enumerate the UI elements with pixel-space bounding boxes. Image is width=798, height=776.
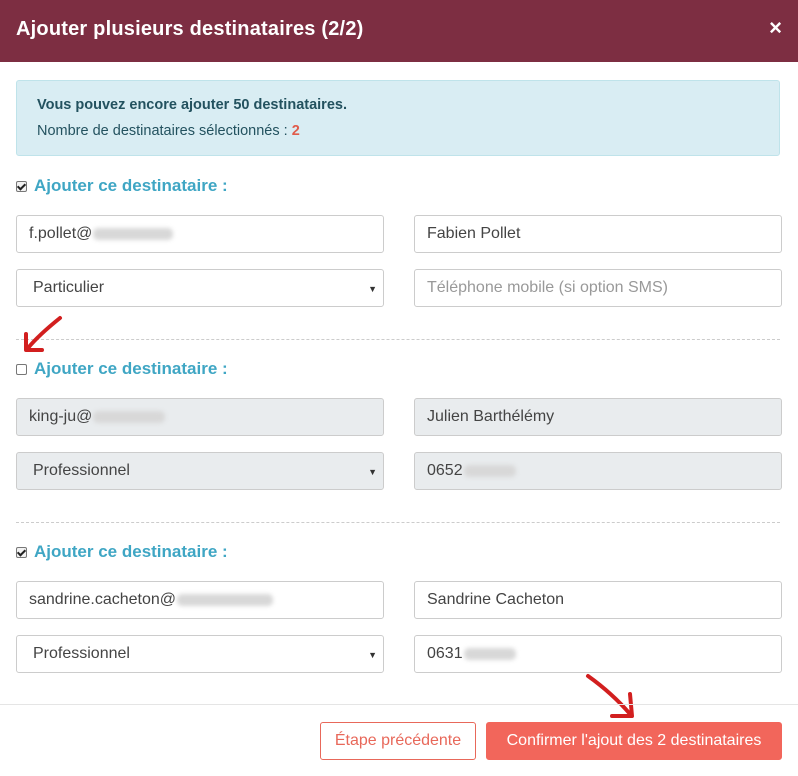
recipient-1-email-value: f.pollet@ — [29, 225, 93, 242]
recipient-2-name-value: Julien Barthélémy — [427, 408, 555, 425]
info-alert: Vous pouvez encore ajouter 50 destinatai… — [16, 80, 780, 156]
caret-down-icon: ▼ — [368, 284, 377, 294]
recipient-3-type-select[interactable]: Professionnel ▼ — [16, 635, 384, 673]
recipient-3-email-value: sandrine.cacheton@ — [29, 591, 176, 608]
remaining-recipients-text: Vous pouvez encore ajouter 50 destinatai… — [37, 97, 347, 113]
redacted-blur — [93, 228, 174, 240]
redacted-blur — [93, 411, 166, 423]
recipient-1-checkbox[interactable] — [16, 180, 27, 192]
recipient-3-name-value: Sandrine Cacheton — [427, 591, 564, 608]
recipient-2-email-value: king-ju@ — [29, 408, 93, 425]
recipient-2-phone-value: 0652 — [427, 462, 463, 479]
recipient-1-heading: Ajouter ce destinataire : — [16, 176, 228, 196]
recipient-1-email-field[interactable]: f.pollet@ — [16, 215, 384, 253]
recipient-1-name-field[interactable]: Fabien Pollet — [414, 215, 782, 253]
previous-step-button[interactable]: Étape précédente — [320, 722, 476, 760]
annotation-arrow-icon — [24, 316, 62, 352]
redacted-blur — [177, 594, 273, 606]
recipient-1-phone-field[interactable]: Téléphone mobile (si option SMS) — [414, 269, 782, 307]
recipient-1-name-value: Fabien Pollet — [427, 225, 521, 242]
recipient-3-heading-label: Ajouter ce destinataire : — [34, 542, 228, 561]
modal-header: Ajouter plusieurs destinataires (2/2) × — [0, 0, 798, 62]
recipient-3-checkbox[interactable] — [16, 546, 27, 558]
recipient-3-phone-value: 0631 — [427, 645, 463, 662]
recipient-2-type-select[interactable]: Professionnel ▼ — [16, 452, 384, 490]
selected-count-text: Nombre de destinataires sélectionnés : 2 — [37, 123, 300, 139]
recipient-1-type-select[interactable]: Particulier ▼ — [16, 269, 384, 307]
recipient-1-type-value: Particulier — [33, 279, 105, 296]
annotation-arrow-icon — [586, 674, 634, 718]
recipient-1-heading-label: Ajouter ce destinataire : — [34, 176, 228, 195]
recipient-2-name-field[interactable]: Julien Barthélémy — [414, 398, 782, 436]
confirm-add-button[interactable]: Confirmer l'ajout des 2 destinataires — [486, 722, 782, 760]
recipient-3-email-field[interactable]: sandrine.cacheton@ — [16, 581, 384, 619]
recipient-1-phone-placeholder: Téléphone mobile (si option SMS) — [427, 279, 669, 296]
modal-dialog: Ajouter plusieurs destinataires (2/2) × … — [0, 0, 798, 776]
recipient-3-heading: Ajouter ce destinataire : — [16, 542, 228, 562]
footer-divider — [0, 704, 798, 705]
close-icon[interactable]: × — [769, 16, 782, 40]
recipient-2-heading: Ajouter ce destinataire : — [16, 359, 228, 379]
redacted-blur — [463, 465, 516, 477]
selected-count-value: 2 — [291, 123, 300, 139]
redacted-blur — [463, 648, 516, 660]
selected-count-label: Nombre de destinataires sélectionnés : — [37, 123, 292, 139]
modal-title: Ajouter plusieurs destinataires (2/2) — [16, 18, 364, 40]
recipient-2-phone-field[interactable]: 0652 — [414, 452, 782, 490]
section-divider — [16, 522, 780, 523]
recipient-2-type-value: Professionnel — [33, 462, 130, 479]
recipient-2-checkbox[interactable] — [16, 363, 27, 375]
caret-down-icon: ▼ — [368, 467, 377, 477]
recipient-2-email-field[interactable]: king-ju@ — [16, 398, 384, 436]
recipient-3-type-value: Professionnel — [33, 645, 130, 662]
caret-down-icon: ▼ — [368, 650, 377, 660]
recipient-2-heading-label: Ajouter ce destinataire : — [34, 359, 228, 378]
recipient-3-name-field[interactable]: Sandrine Cacheton — [414, 581, 782, 619]
section-divider — [16, 339, 780, 340]
